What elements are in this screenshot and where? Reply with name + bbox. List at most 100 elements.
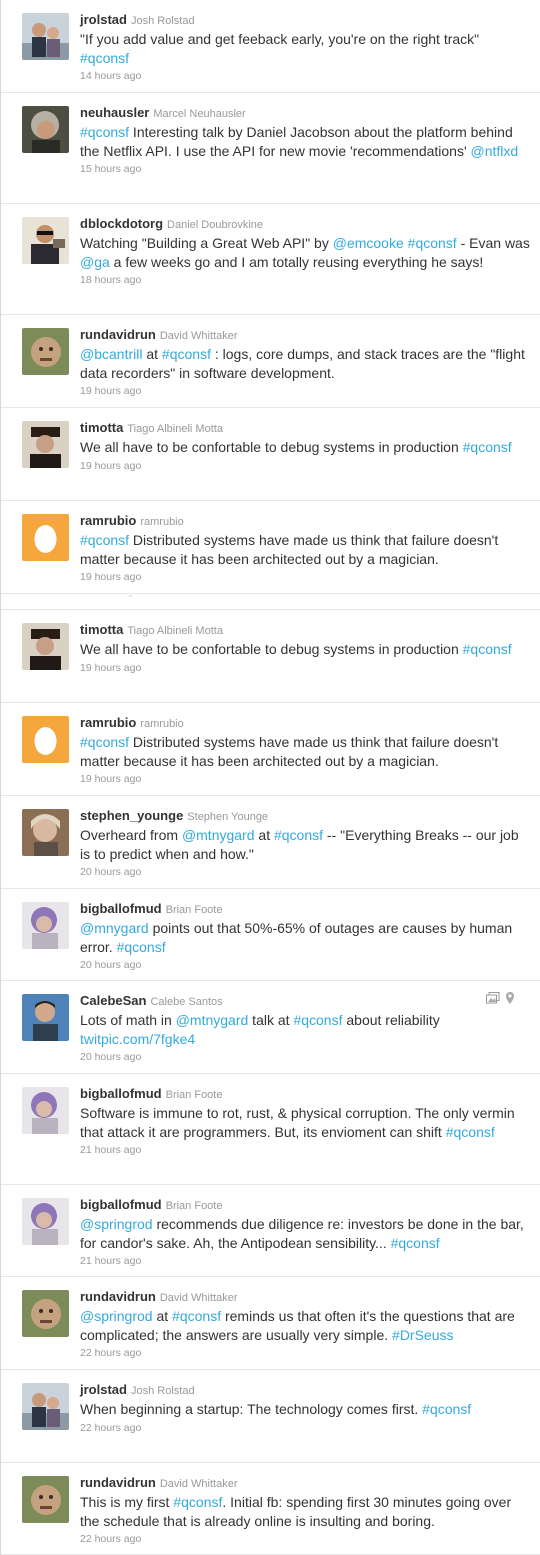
default-egg-icon: [22, 716, 69, 763]
mention-link[interactable]: @ga: [80, 254, 110, 270]
full-name: David Whittaker: [159, 1478, 238, 1490]
location-pin-icon[interactable]: [506, 992, 514, 1004]
screen-name[interactable]: CalebeSan: [80, 993, 146, 1008]
couple-photo-icon: [22, 1383, 69, 1430]
full-name: Brian Foote: [165, 1200, 223, 1212]
tweet-item: bigballofmud Brian Foote Software is immun…: [1, 1074, 540, 1185]
timestamp[interactable]: 20 hours ago: [80, 1051, 530, 1063]
screen-name[interactable]: jrolstad: [80, 1382, 127, 1397]
screen-name[interactable]: neuhausler: [80, 105, 149, 120]
tweet-text-segment: talk at: [248, 1012, 294, 1028]
timestamp[interactable]: 19 hours ago: [80, 460, 530, 472]
avatar[interactable]: [22, 328, 69, 375]
avatar[interactable]: [22, 514, 69, 561]
avatar[interactable]: [22, 1290, 69, 1337]
timestamp[interactable]: 19 hours ago: [80, 773, 530, 785]
hashtag-link[interactable]: #DrSeuss: [392, 1327, 453, 1343]
hashtag-link[interactable]: #qconsf: [391, 1235, 440, 1251]
hashtag-link[interactable]: #qconsf: [80, 734, 129, 750]
hashtag-link[interactable]: #qconsf: [274, 827, 323, 843]
timestamp[interactable]: 15 hours ago: [80, 163, 530, 175]
screen-name[interactable]: rundavidrun: [80, 1289, 156, 1304]
screen-name[interactable]: timotta: [80, 622, 123, 637]
tweet-text-segment: We all have to be confortable to debug s…: [80, 439, 463, 455]
hashtag-link[interactable]: #qconsf: [80, 124, 129, 140]
avatar[interactable]: [22, 623, 69, 670]
tweet-text-segment: Interesting talk by Daniel Jacobson abou…: [80, 124, 513, 159]
tweet-text: Overheard from @mtnygard at #qconsf -- "…: [80, 826, 530, 863]
hashtag-link[interactable]: #qconsf: [422, 1401, 471, 1417]
hashtag-link[interactable]: #qconsf: [80, 532, 129, 548]
url-link[interactable]: twitpic.com/7fgke4: [80, 1031, 195, 1047]
avatar[interactable]: [22, 421, 69, 468]
timestamp[interactable]: 20 hours ago: [80, 959, 530, 971]
timestamp[interactable]: 18 hours ago: [80, 274, 530, 286]
screen-name[interactable]: bigballofmud: [80, 1197, 162, 1212]
screen-name[interactable]: ramrubio: [80, 513, 136, 528]
timestamp[interactable]: 19 hours ago: [80, 662, 530, 674]
man-hat-photo-icon: [22, 623, 69, 670]
timestamp[interactable]: 19 hours ago: [80, 571, 530, 583]
timestamp[interactable]: 19 hours ago: [80, 385, 530, 397]
hashtag-link[interactable]: #qconsf: [463, 439, 512, 455]
timestamp[interactable]: 20 hours ago: [80, 866, 530, 878]
avatar[interactable]: [22, 809, 69, 856]
tweet-text: #qconsf Distributed systems have made us…: [80, 531, 530, 568]
mention-link[interactable]: @mtnygard: [176, 1012, 249, 1028]
avatar[interactable]: [22, 1383, 69, 1430]
timestamp[interactable]: 22 hours ago: [80, 1533, 530, 1545]
tweet-item: rundavidrun David Whittaker This is my fir…: [1, 1463, 540, 1555]
mention-link[interactable]: @emcooke: [333, 235, 404, 251]
mention-link[interactable]: @mtnygard: [182, 827, 255, 843]
avatar[interactable]: [22, 1087, 69, 1134]
avatar[interactable]: [22, 994, 69, 1041]
tweet-text: @mnygard points out that 50%-65% of outa…: [80, 919, 530, 956]
hashtag-link[interactable]: #qconsf: [446, 1124, 495, 1140]
tweet-text: Watching "Building a Great Web API" by @…: [80, 234, 530, 271]
timestamp[interactable]: 22 hours ago: [80, 1347, 530, 1359]
tweet-item: neuhausler Marcel Neuhausler #qconsf Inter…: [1, 93, 540, 204]
hashtag-link[interactable]: #qconsf: [173, 1494, 222, 1510]
screen-name[interactable]: bigballofmud: [80, 1086, 162, 1101]
screen-name[interactable]: jrolstad: [80, 12, 127, 27]
mention-link[interactable]: @springrod: [80, 1216, 153, 1232]
tweet-item: CalebeSan Calebe Santos Lots of math in @m…: [1, 981, 540, 1074]
avatar[interactable]: [22, 106, 69, 153]
tweet-header: CalebeSan Calebe Santos: [80, 993, 530, 1010]
timestamp[interactable]: 22 hours ago: [80, 1422, 530, 1434]
timestamp[interactable]: 21 hours ago: [80, 1144, 530, 1156]
avatar[interactable]: [22, 1476, 69, 1523]
full-name: David Whittaker: [159, 330, 238, 342]
hashtag-link[interactable]: #qconsf: [293, 1012, 342, 1028]
mention-link[interactable]: @springrod: [80, 1308, 153, 1324]
timestamp[interactable]: 14 hours ago: [80, 70, 530, 82]
avatar[interactable]: [22, 13, 69, 60]
timestamp[interactable]: 21 hours ago: [80, 1255, 530, 1267]
avatar[interactable]: [22, 902, 69, 949]
hashtag-link[interactable]: #qconsf: [408, 235, 457, 251]
tweet-item: bigballofmud Brian Foote @mnygard points o…: [1, 889, 540, 981]
man-face-photo-icon: [22, 1476, 69, 1523]
avatar[interactable]: [22, 217, 69, 264]
avatar[interactable]: [22, 1198, 69, 1245]
screen-name[interactable]: rundavidrun: [80, 1475, 156, 1490]
screen-name[interactable]: timotta: [80, 420, 123, 435]
photo-icon[interactable]: [486, 992, 500, 1004]
screen-name[interactable]: rundavidrun: [80, 327, 156, 342]
screen-name[interactable]: stephen_younge: [80, 808, 183, 823]
screen-name[interactable]: ramrubio: [80, 715, 136, 730]
mention-link[interactable]: @ntflxd: [471, 143, 519, 159]
screen-name[interactable]: dblockdotorg: [80, 216, 163, 231]
mention-link[interactable]: @mnygard: [80, 920, 149, 936]
hashtag-link[interactable]: #qconsf: [162, 346, 211, 362]
screen-name[interactable]: bigballofmud: [80, 901, 162, 916]
tweet-item: timotta Tiago Albineli Motta We all have t…: [1, 610, 540, 703]
hashtag-link[interactable]: #qconsf: [80, 50, 129, 66]
hashtag-link[interactable]: #qconsf: [463, 641, 512, 657]
tweet-header: dblockdotorg Daniel Doubrovkine: [80, 216, 530, 233]
tweet-item: rundavidrun David Whittaker @springrod at …: [1, 1277, 540, 1370]
hashtag-link[interactable]: #qconsf: [117, 939, 166, 955]
hashtag-link[interactable]: #qconsf: [172, 1308, 221, 1324]
mention-link[interactable]: @bcantrill: [80, 346, 142, 362]
avatar[interactable]: [22, 716, 69, 763]
